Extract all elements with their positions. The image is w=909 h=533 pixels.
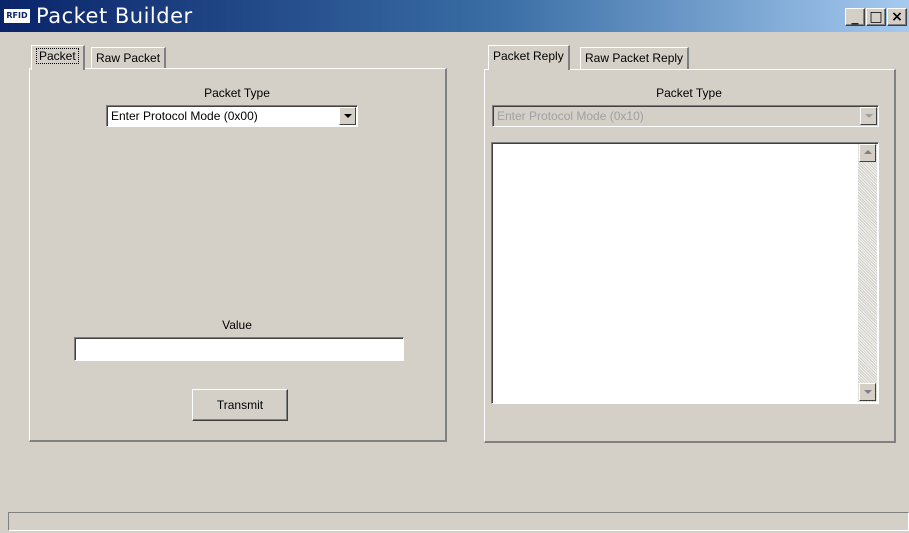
tab-raw-packet[interactable]: Raw Packet <box>91 47 167 69</box>
window-title: Packet Builder <box>36 4 193 28</box>
packet-type-select[interactable]: Enter Protocol Mode (0x00) <box>106 105 358 127</box>
value-label: Value <box>222 318 252 332</box>
chevron-up-icon <box>864 150 872 154</box>
value-input[interactable] <box>74 337 404 361</box>
tab-packet[interactable]: Packet <box>31 45 85 70</box>
app-icon: RFID <box>4 9 30 23</box>
reply-packet-type-dropdown-button[interactable] <box>860 107 877 125</box>
tab-raw-packet-label: Raw Packet <box>96 51 161 65</box>
status-bar <box>8 512 909 531</box>
tab-packet-label: Packet <box>36 48 79 64</box>
minimize-button[interactable]: _ <box>845 8 865 26</box>
packet-type-value: Enter Protocol Mode (0x00) <box>111 109 258 123</box>
close-button[interactable]: × <box>887 8 907 26</box>
chevron-down-icon <box>344 114 352 118</box>
transmit-button[interactable]: Transmit <box>192 389 288 421</box>
tab-packet-reply[interactable]: Packet Reply <box>488 45 570 70</box>
title-bar: RFID Packet Builder _ □ × <box>0 0 909 32</box>
packet-type-dropdown-button[interactable] <box>339 107 356 125</box>
packet-reply-panel: Packet Type Enter Protocol Mode (0x10) <box>484 69 896 443</box>
maximize-button[interactable]: □ <box>866 8 886 26</box>
scroll-down-button[interactable] <box>859 383 876 401</box>
reply-packet-type-value: Enter Protocol Mode (0x10) <box>497 109 644 123</box>
chevron-down-icon <box>865 114 873 118</box>
tab-raw-packet-reply[interactable]: Raw Packet Reply <box>580 47 690 69</box>
packet-panel: Packet Type Enter Protocol Mode (0x00) V… <box>29 68 447 442</box>
chevron-down-icon <box>864 390 872 394</box>
tab-packet-reply-label: Packet Reply <box>493 49 564 63</box>
scroll-up-button[interactable] <box>859 144 876 162</box>
tab-raw-packet-reply-label: Raw Packet Reply <box>585 51 684 65</box>
packet-type-label: Packet Type <box>204 86 270 100</box>
reply-packet-type-label: Packet Type <box>656 86 722 100</box>
reply-scrollbar[interactable] <box>858 144 877 402</box>
reply-textarea[interactable] <box>491 142 879 404</box>
reply-packet-type-select[interactable]: Enter Protocol Mode (0x10) <box>492 105 879 127</box>
